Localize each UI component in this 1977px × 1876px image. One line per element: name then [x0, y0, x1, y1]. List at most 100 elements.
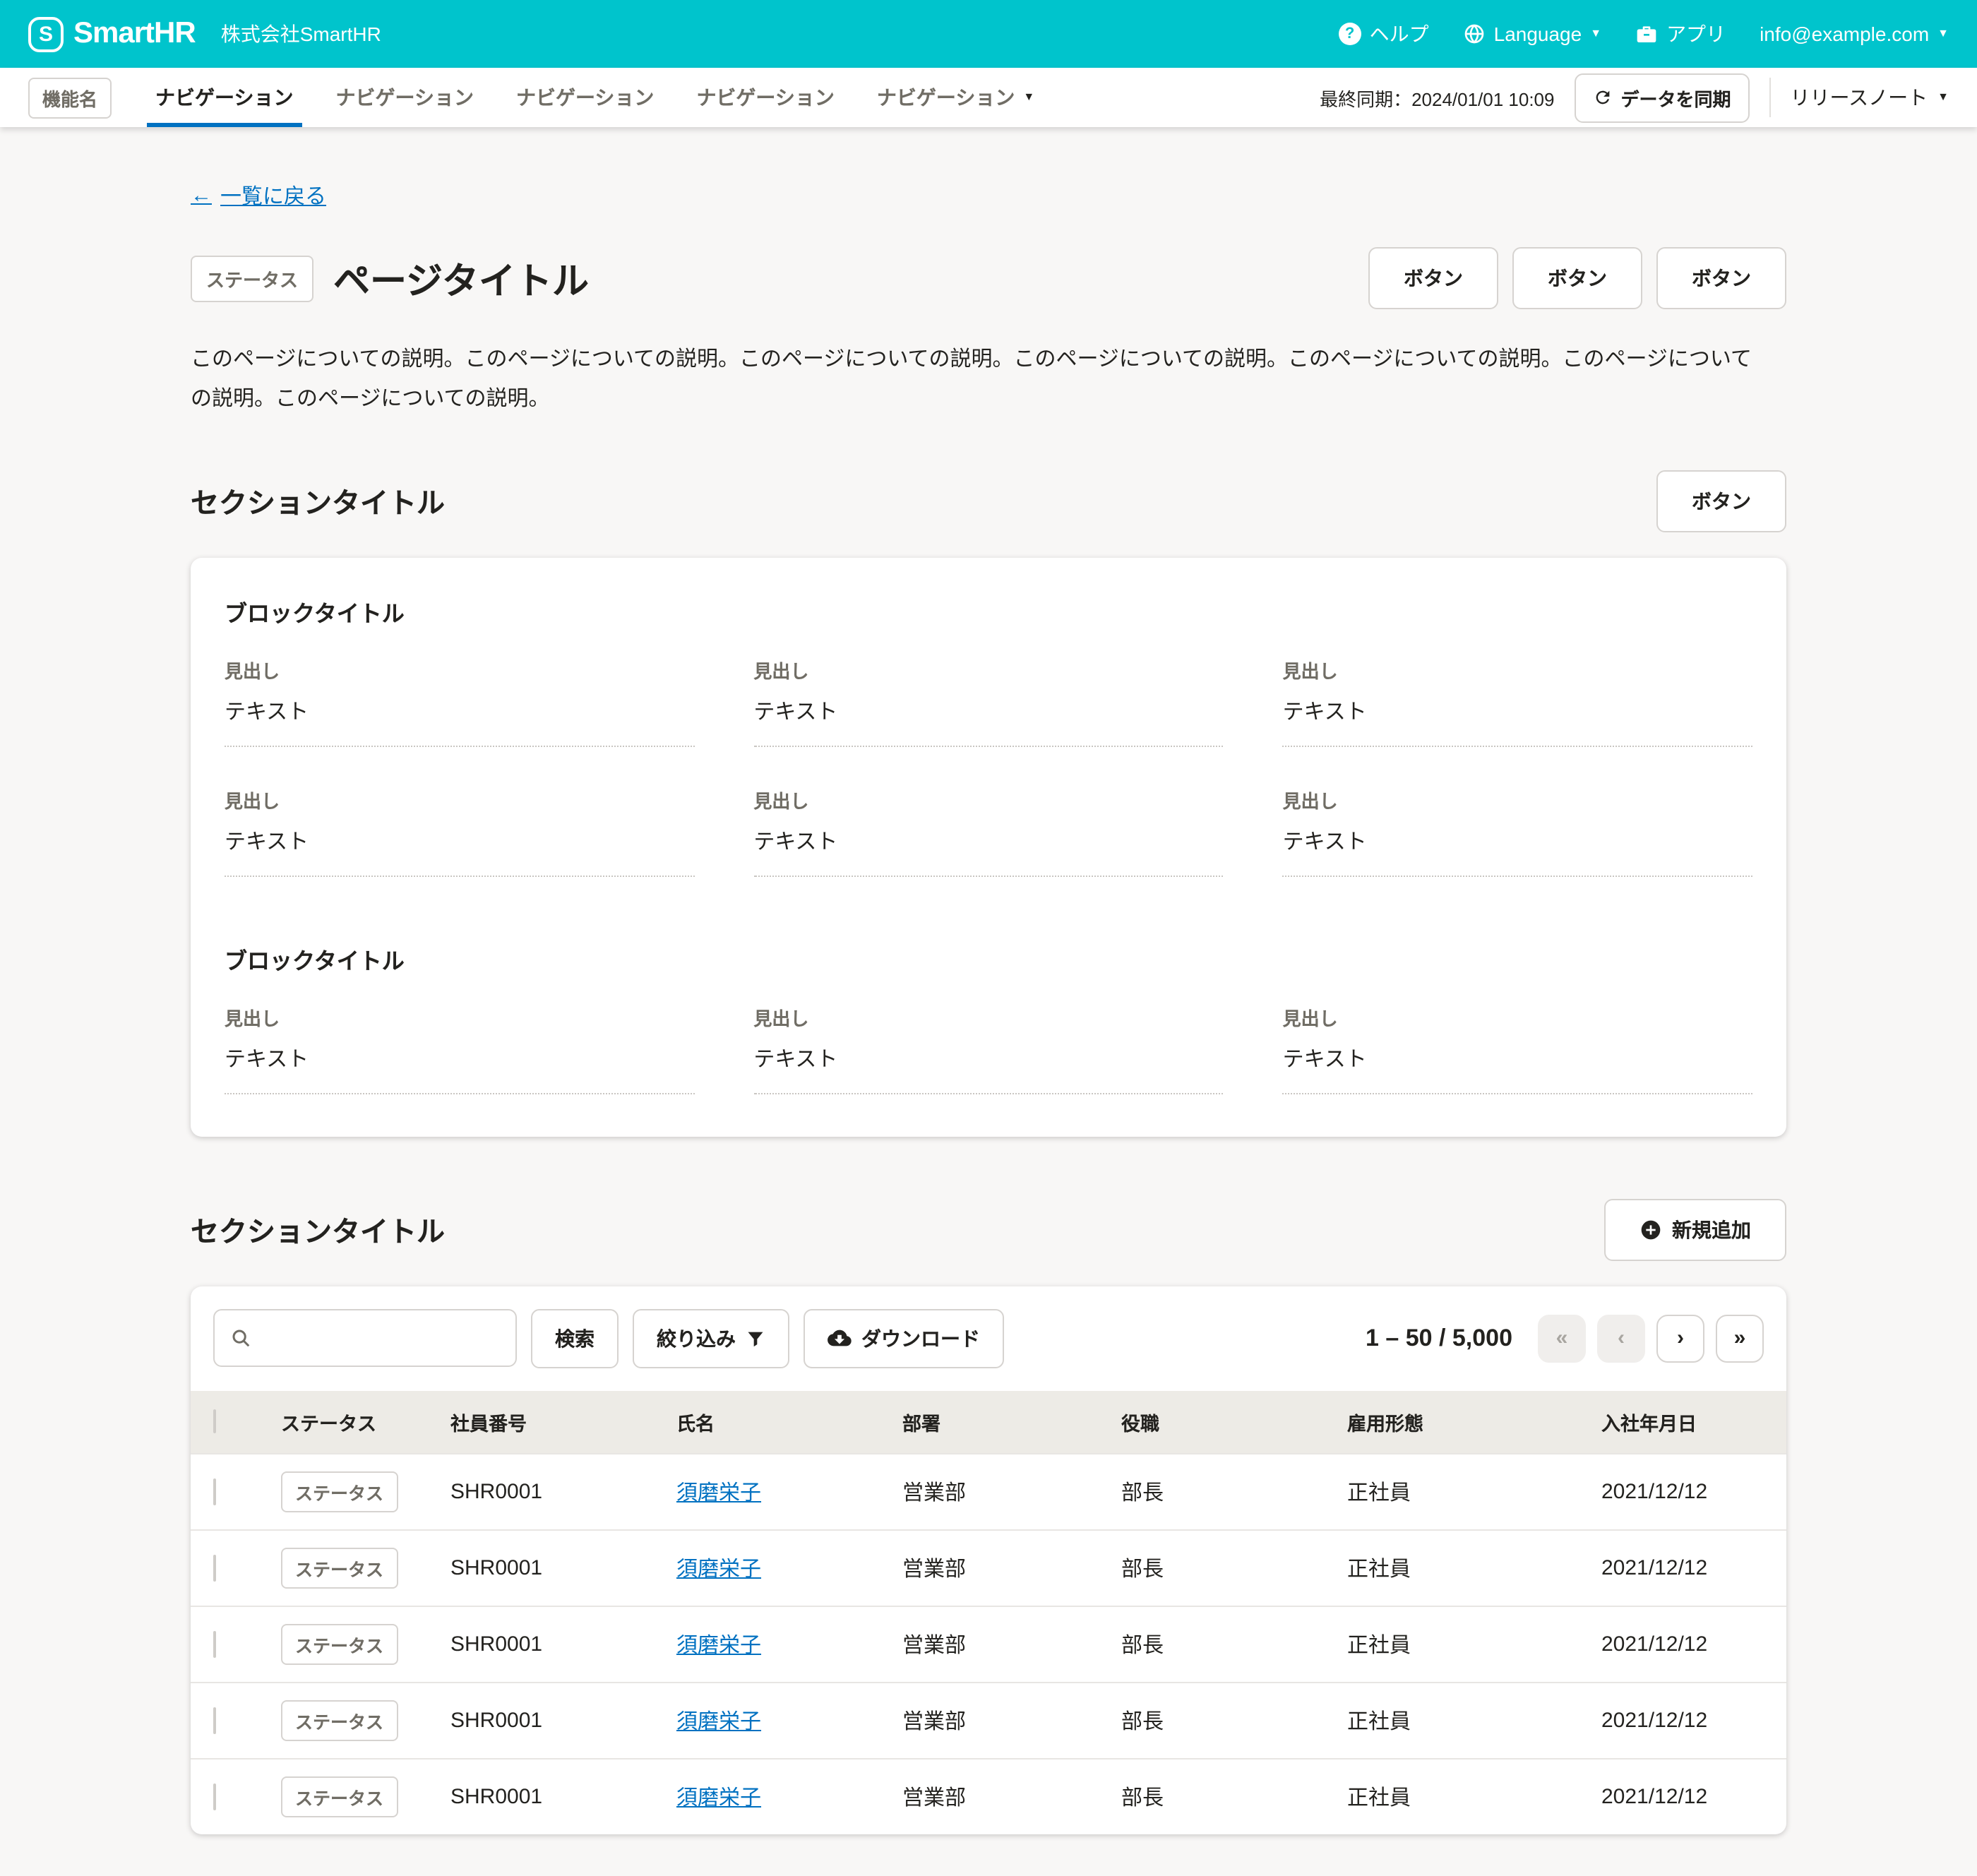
row-department: 営業部: [880, 1529, 1099, 1606]
row-employment-type: 正社員: [1325, 1682, 1579, 1758]
row-employee-no: SHR0001: [428, 1758, 654, 1834]
release-notes-menu[interactable]: リリースノート ▼: [1791, 83, 1949, 112]
row-hire-date: 2021/12/12: [1579, 1453, 1786, 1529]
row-checkbox[interactable]: [213, 1707, 216, 1733]
page-action-button-2[interactable]: ボタン: [1512, 247, 1642, 309]
search-box: [213, 1309, 517, 1367]
nav-tab-5[interactable]: ナビゲーション ▼: [856, 68, 1056, 127]
nav-tab-label: ナビゲーション: [336, 83, 474, 112]
info-block-2: ブロックタイトル 見出し テキスト 見出し テキスト 見出し テキスト: [225, 941, 1752, 1094]
page-title-row: ステータス ページタイトル ボタン ボタン ボタン: [191, 247, 1786, 309]
row-name-link[interactable]: 須磨栄子: [676, 1633, 761, 1657]
row-name-link[interactable]: 須磨栄子: [676, 1786, 761, 1810]
account-menu[interactable]: info@example.com ▼: [1760, 23, 1949, 45]
column-header-status: ステータス: [258, 1390, 428, 1453]
download-button[interactable]: ダウンロード: [804, 1308, 1004, 1368]
row-checkbox[interactable]: [213, 1630, 216, 1657]
search-input[interactable]: [261, 1327, 500, 1349]
column-header-department: 部署: [880, 1390, 1099, 1453]
field-label: 見出し: [225, 786, 694, 813]
chevron-down-icon: ▼: [1937, 28, 1949, 40]
search-icon: [230, 1327, 251, 1349]
chevron-down-icon: ▼: [1590, 28, 1601, 40]
back-to-list-link[interactable]: ← 一覧に戻る: [191, 181, 326, 210]
info-field: 見出し テキスト: [753, 656, 1223, 746]
row-department: 営業部: [880, 1453, 1099, 1529]
row-name-link[interactable]: 須磨栄子: [676, 1481, 761, 1505]
field-label: 見出し: [225, 1003, 694, 1030]
row-checkbox[interactable]: [213, 1554, 216, 1581]
nav-tab-label: ナビゲーション: [696, 83, 834, 112]
field-value: テキスト: [753, 695, 1223, 746]
row-checkbox[interactable]: [213, 1478, 216, 1505]
field-label: 見出し: [753, 786, 1223, 813]
row-name-link[interactable]: 須磨栄子: [676, 1709, 761, 1733]
field-grid: 見出し テキスト 見出し テキスト 見出し テキスト 見出し: [225, 656, 1752, 876]
field-label: 見出し: [753, 656, 1223, 683]
row-status-badge: ステータス: [281, 1776, 398, 1817]
last-sync-text: 最終同期：2024/01/01 10:09: [1320, 84, 1554, 111]
row-employment-type: 正社員: [1325, 1606, 1579, 1682]
row-employee-no: SHR0001: [428, 1606, 654, 1682]
language-menu[interactable]: Language ▼: [1463, 23, 1601, 45]
page-action-button-1[interactable]: ボタン: [1368, 247, 1498, 309]
row-checkbox[interactable]: [213, 1783, 216, 1810]
select-all-checkbox[interactable]: [213, 1409, 216, 1433]
info-field: 見出し テキスト: [225, 656, 694, 746]
help-menu[interactable]: ? ヘルプ: [1339, 20, 1429, 48]
table-row: ステータス SHR0001 須磨栄子 営業部 部長 正社員 2021/12/12: [191, 1453, 1786, 1529]
info-field: 見出し テキスト: [1283, 1003, 1752, 1094]
globe-icon: [1463, 23, 1486, 45]
filter-button[interactable]: 絞り込み: [633, 1308, 789, 1368]
section1-button[interactable]: ボタン: [1656, 470, 1786, 532]
row-employee-no: SHR0001: [428, 1682, 654, 1758]
back-arrow-icon: ←: [191, 184, 212, 208]
row-name-link[interactable]: 須磨栄子: [676, 1557, 761, 1581]
row-hire-date: 2021/12/12: [1579, 1529, 1786, 1606]
nav-tab-2[interactable]: ナビゲーション: [315, 68, 495, 127]
row-position: 部長: [1099, 1529, 1325, 1606]
row-position: 部長: [1099, 1758, 1325, 1834]
info-block-1: ブロックタイトル 見出し テキスト 見出し テキスト 見出し テキスト: [225, 594, 1752, 876]
pagination-range: 1 – 50 / 5,000: [1366, 1324, 1512, 1352]
row-position: 部長: [1099, 1682, 1325, 1758]
release-notes-label: リリースノート: [1791, 83, 1928, 112]
section2-header: セクションタイトル 新規追加: [191, 1198, 1786, 1260]
field-value: テキスト: [1283, 1043, 1752, 1094]
pagination-prev-button[interactable]: ‹: [1597, 1314, 1645, 1362]
info-field: 見出し テキスト: [225, 786, 694, 876]
pagination-next-button[interactable]: ›: [1656, 1314, 1704, 1362]
field-value: テキスト: [225, 825, 694, 876]
brand-wordmark[interactable]: SmartHR: [73, 17, 196, 51]
nav-tab-3[interactable]: ナビゲーション: [495, 68, 675, 127]
nav-right: 最終同期：2024/01/01 10:09 データを同期 リリースノート ▼: [1320, 73, 1949, 122]
smarthr-logo-icon[interactable]: S: [28, 16, 64, 52]
table-row: ステータス SHR0001 須磨栄子 営業部 部長 正社員 2021/12/12: [191, 1606, 1786, 1682]
nav-tab-4[interactable]: ナビゲーション: [675, 68, 855, 127]
nav-tab-1[interactable]: ナビゲーション: [134, 68, 314, 127]
field-value: テキスト: [225, 1043, 694, 1094]
chevron-right-icon: ›: [1677, 1326, 1684, 1350]
briefcase-icon: [1635, 23, 1658, 45]
nav-tab-label: ナビゲーション: [877, 83, 1015, 112]
search-button[interactable]: 検索: [531, 1308, 619, 1368]
apps-menu[interactable]: アプリ: [1635, 20, 1726, 48]
field-label: 見出し: [1283, 656, 1752, 683]
refresh-icon: [1593, 88, 1613, 107]
feature-name-badge: 機能名: [28, 77, 112, 118]
row-employment-type: 正社員: [1325, 1529, 1579, 1606]
row-hire-date: 2021/12/12: [1579, 1606, 1786, 1682]
header-actions: ? ヘルプ Language ▼ アプリ: [1339, 20, 1949, 48]
pagination-first-button[interactable]: «: [1538, 1314, 1586, 1362]
filter-button-label: 絞り込み: [657, 1324, 736, 1352]
sync-data-button[interactable]: データを同期: [1575, 73, 1750, 122]
nav-tab-label: ナビゲーション: [155, 83, 293, 112]
field-grid: 見出し テキスト 見出し テキスト 見出し テキスト: [225, 1003, 1752, 1094]
help-icon: ?: [1339, 23, 1361, 45]
info-field: 見出し テキスト: [225, 1003, 694, 1094]
language-label: Language: [1494, 23, 1582, 45]
row-status-badge: ステータス: [281, 1699, 398, 1740]
page-action-button-3[interactable]: ボタン: [1656, 247, 1786, 309]
pagination-last-button[interactable]: »: [1716, 1314, 1764, 1362]
add-new-button[interactable]: 新規追加: [1604, 1198, 1786, 1260]
